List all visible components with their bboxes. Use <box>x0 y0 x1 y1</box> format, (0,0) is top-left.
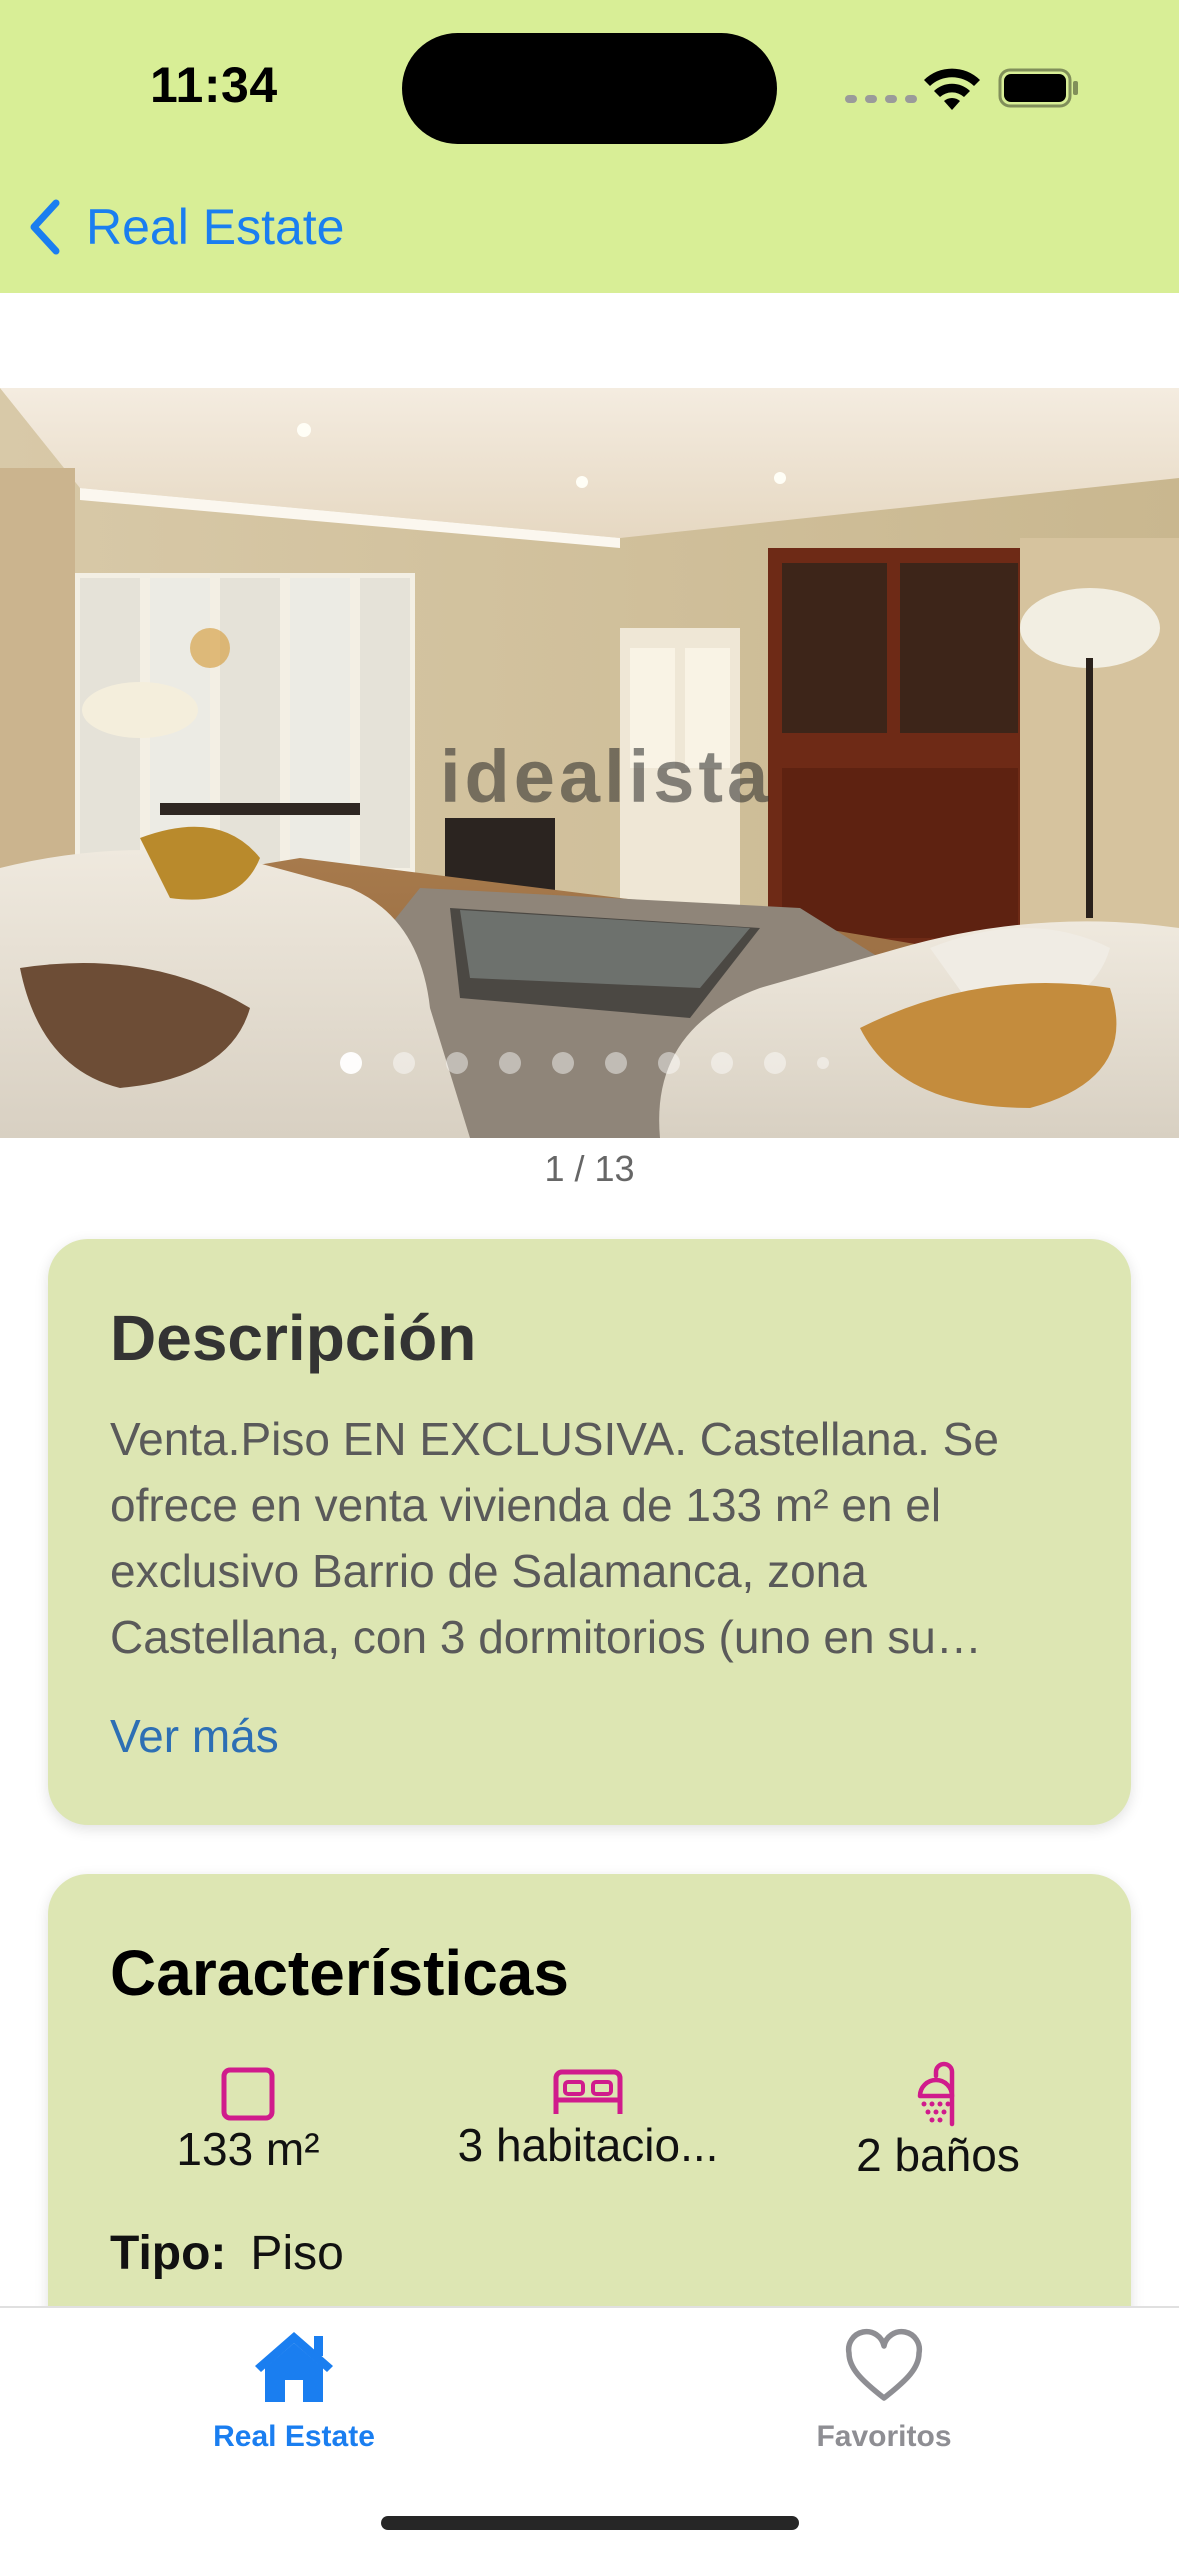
page-dot[interactable] <box>499 1052 521 1074</box>
feature-area: 133 m² <box>148 2066 348 2176</box>
feature-area-label: 133 m² <box>176 2123 320 2175</box>
home-indicator[interactable] <box>381 2516 799 2530</box>
page-dot[interactable] <box>446 1052 468 1074</box>
header: 11:34 Real Estate <box>0 0 1179 293</box>
chevron-left-icon <box>30 199 60 255</box>
tab-favorites[interactable]: Favoritos <box>734 2328 1034 2454</box>
square-icon <box>221 2067 275 2121</box>
property-detail-screen: 11:34 Real Estate idealista 1 / 13 Descr… <box>0 0 1179 2556</box>
bed-icon <box>553 2069 623 2114</box>
page-dot[interactable] <box>393 1052 415 1074</box>
photo-counter: 1 / 13 <box>544 1148 635 1189</box>
tab-favorites-label: Favoritos <box>816 2420 952 2453</box>
page-indicator[interactable] <box>340 1052 829 1074</box>
description-title: Descripción <box>110 1302 477 1374</box>
property-type: Tipo: Piso <box>110 2226 344 2281</box>
battery-icon <box>998 68 1078 108</box>
page-dot[interactable] <box>552 1052 574 1074</box>
tab-real-estate-label: Real Estate <box>213 2420 375 2453</box>
see-more-link[interactable]: Ver más <box>110 1709 279 1763</box>
page-dot[interactable] <box>340 1052 362 1074</box>
description-text: Venta.Piso EN EXCLUSIVA. Castellana. Se … <box>110 1413 999 1663</box>
cellular-signal-icon <box>845 95 917 103</box>
dynamic-island <box>402 33 777 144</box>
photo-gallery[interactable]: idealista <box>0 388 1179 1138</box>
feature-rooms-label: 3 habitacio... <box>457 2119 719 2171</box>
wifi-icon <box>924 68 980 110</box>
description-card: Descripción Venta.Piso EN EXCLUSIVA. Cas… <box>48 1239 1131 1825</box>
heart-icon <box>845 2328 923 2401</box>
page-dot[interactable] <box>817 1057 829 1069</box>
page-dot[interactable] <box>658 1052 680 1074</box>
photo-watermark: idealista <box>440 735 773 818</box>
back-button[interactable]: Real Estate <box>24 192 344 262</box>
feature-rooms: 3 habitacio... <box>428 2066 748 2172</box>
back-button-label: Real Estate <box>86 199 345 255</box>
features-title: Características <box>110 1937 569 2009</box>
house-icon <box>255 2332 333 2402</box>
feature-baths: 2 baños <box>828 2060 1048 2182</box>
status-time: 11:34 <box>150 57 278 113</box>
page-dot[interactable] <box>711 1052 733 1074</box>
feature-baths-label: 2 baños <box>856 2129 1020 2181</box>
page-dot[interactable] <box>764 1052 786 1074</box>
property-type-label: Tipo: <box>110 2227 227 2280</box>
shower-icon <box>917 2061 955 2127</box>
property-type-value: Piso <box>250 2227 344 2280</box>
page-dot[interactable] <box>605 1052 627 1074</box>
tab-real-estate[interactable]: Real Estate <box>144 2328 444 2454</box>
